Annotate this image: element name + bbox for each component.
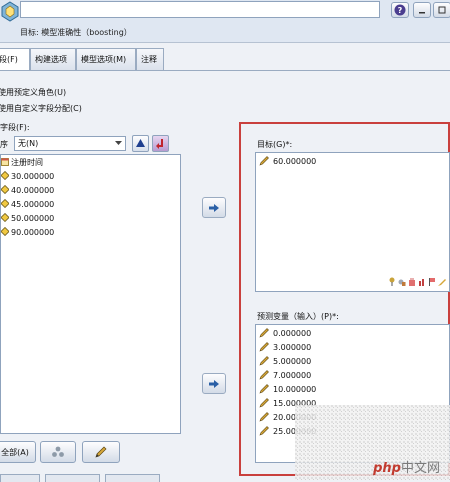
minimize-button[interactable] xyxy=(413,2,431,18)
fields-label: 字段(F): xyxy=(0,123,30,132)
tab-build-options[interactable]: 构建选项 xyxy=(30,48,76,70)
measurement-icons xyxy=(388,277,446,287)
list-item-label: 3.000000 xyxy=(273,343,312,352)
list-item[interactable]: 0.000000 xyxy=(259,327,311,340)
tab-divider xyxy=(0,70,450,71)
footer-button[interactable] xyxy=(45,474,100,482)
set-icon xyxy=(409,278,415,286)
footer-button[interactable] xyxy=(105,474,160,482)
minimize-icon xyxy=(419,12,425,14)
list-item-label: 0.000000 xyxy=(273,329,312,338)
node-subtitle: 目标: 模型准确性（boosting） xyxy=(20,28,132,37)
move-to-predictors-button[interactable] xyxy=(202,373,226,394)
pencil-icon xyxy=(95,446,107,458)
list-item-label: 40.000000 xyxy=(11,186,55,195)
continuous-field-icon xyxy=(0,198,10,209)
help-icon: ? xyxy=(394,4,406,16)
pencil-icon xyxy=(259,341,270,352)
restore-button[interactable] xyxy=(433,2,450,18)
arrow-right-icon xyxy=(209,203,219,212)
node-icon xyxy=(0,0,20,22)
pencil-icon xyxy=(259,327,270,338)
list-item-label: 7.000000 xyxy=(273,371,312,380)
list-item[interactable]: 30.000000 xyxy=(0,170,55,184)
sort-ascending-button[interactable] xyxy=(132,135,149,152)
continuous-field-icon xyxy=(0,226,10,237)
list-item[interactable]: 5.000000 xyxy=(259,355,311,368)
list-item-label: 60.000000 xyxy=(273,157,317,166)
dots-cluster-icon xyxy=(52,446,64,457)
continuous-field-icon xyxy=(0,170,10,181)
list-item[interactable]: 50.000000 xyxy=(0,212,55,226)
bar-icon xyxy=(419,279,424,286)
continuous-field-icon xyxy=(0,212,10,223)
list-item-label: 注册时间 xyxy=(11,158,43,167)
list-item-label: 30.000000 xyxy=(11,172,55,181)
list-item[interactable]: 60.000000 xyxy=(259,155,316,168)
watermark: php中文网 xyxy=(295,405,450,480)
pencil-icon xyxy=(259,383,270,394)
footer-button[interactable] xyxy=(0,474,40,482)
pencil-icon xyxy=(259,411,270,422)
sort-label: 序 xyxy=(0,140,8,149)
target-label: 目标(G)*: xyxy=(257,140,293,149)
ruler-icon xyxy=(438,279,446,286)
pencil-icon xyxy=(259,369,270,380)
watermark-label: 中文网 xyxy=(400,461,440,476)
select-all-button[interactable]: 全部(A) xyxy=(0,441,36,463)
pencil-icon xyxy=(259,355,270,366)
list-item[interactable]: 注册时间 xyxy=(1,156,43,170)
move-to-target-button[interactable] xyxy=(202,197,226,218)
restore-icon xyxy=(438,6,446,14)
sort-select[interactable]: 无(N) xyxy=(14,136,126,151)
arrow-right-icon xyxy=(209,379,219,388)
list-item[interactable]: 7.000000 xyxy=(259,369,311,382)
pencil-icon xyxy=(259,425,270,436)
node-name-input[interactable] xyxy=(20,1,380,18)
list-item[interactable]: 10.000000 xyxy=(259,383,316,396)
tab-bar: 字段(F) 构建选项 模型选项(M) 注释 xyxy=(0,48,450,70)
pencil-icon xyxy=(259,397,270,408)
pencil-icon xyxy=(259,155,270,166)
predictors-label: 预测变量（输入）(P)*: xyxy=(257,312,339,321)
list-item[interactable]: 3.000000 xyxy=(259,341,311,354)
select-all-label: 全部(A) xyxy=(1,447,29,457)
tab-fields[interactable]: 字段(F) xyxy=(0,48,30,70)
tab-annotations[interactable]: 注释 xyxy=(136,48,164,70)
tab-model-options[interactable]: 模型选项(M) xyxy=(76,48,136,70)
list-item[interactable]: 90.000000 xyxy=(0,226,55,240)
help-button[interactable]: ? xyxy=(391,2,409,18)
list-item-label: 45.000000 xyxy=(11,200,55,209)
select-none-button[interactable] xyxy=(40,441,76,463)
shapes-icon xyxy=(398,279,406,286)
edit-field-button[interactable] xyxy=(82,441,120,463)
calendar-icon xyxy=(1,157,9,166)
list-item-label: 5.000000 xyxy=(273,357,312,366)
svg-text:?: ? xyxy=(398,6,403,15)
pin-icon xyxy=(389,277,395,286)
watermark-text: php中文网 xyxy=(373,457,440,476)
php-logo: php xyxy=(373,461,401,476)
list-item[interactable]: 45.000000 xyxy=(0,198,55,212)
sort-descending-button[interactable] xyxy=(152,135,169,152)
continuous-field-icon xyxy=(0,184,10,195)
list-item-label: 50.000000 xyxy=(11,214,55,223)
flag-icon xyxy=(429,278,435,286)
list-item[interactable]: 40.000000 xyxy=(0,184,55,198)
sort-order-icon xyxy=(155,138,163,149)
target-list[interactable]: 60.000000 xyxy=(255,152,450,292)
chevron-down-icon xyxy=(115,139,122,148)
radio-custom-assignment[interactable]: 使用自定义字段分配(C) xyxy=(0,103,82,114)
sort-select-value: 无(N) xyxy=(18,139,39,148)
triangle-up-icon xyxy=(136,139,145,147)
list-item-label: 90.000000 xyxy=(11,228,55,237)
field-list[interactable]: 注册时间 30.000000 40.000000 45.000000 50.00… xyxy=(0,154,181,434)
list-item-label: 10.000000 xyxy=(273,385,317,394)
radio-predefined-roles[interactable]: 使用预定义角色(U) xyxy=(0,87,66,98)
